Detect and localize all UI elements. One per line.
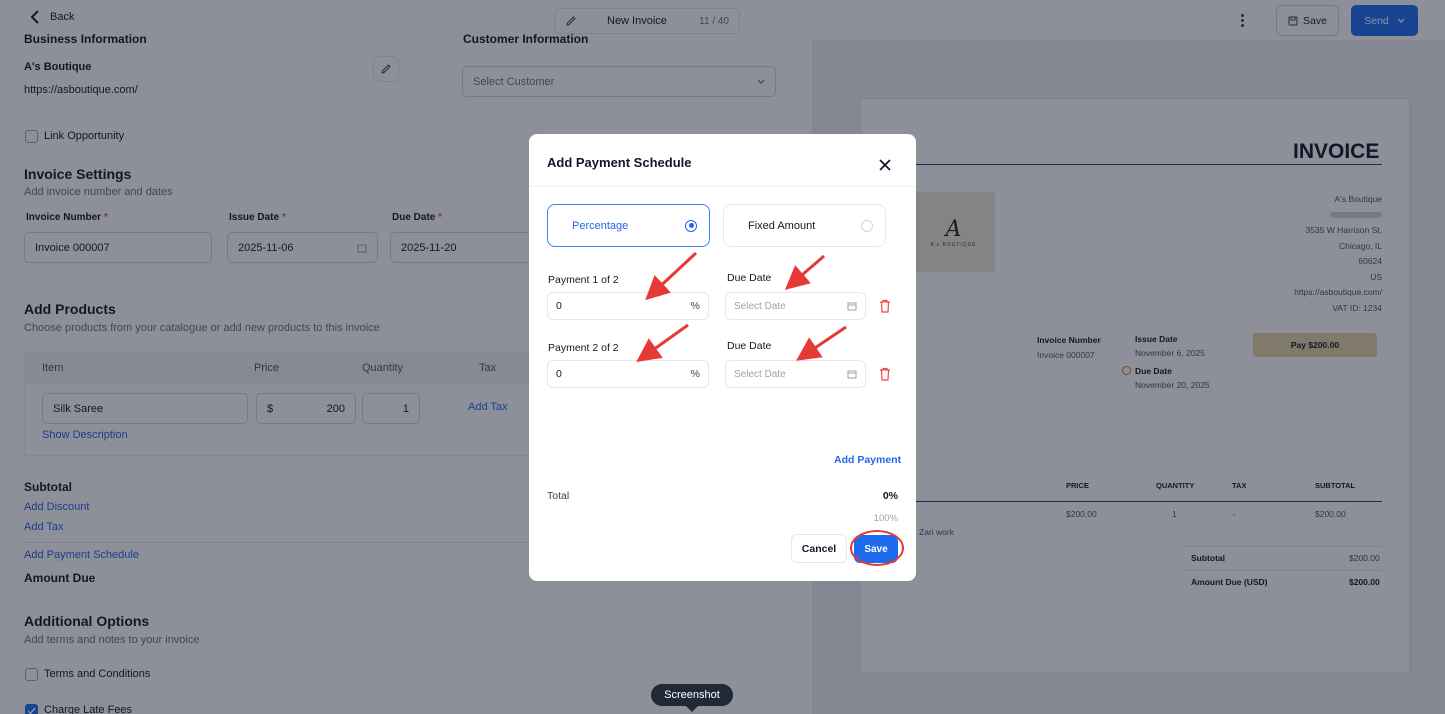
total-label: Total — [547, 490, 570, 502]
payment-2-percent-input[interactable]: 0 % — [547, 360, 709, 388]
payment-2-due-label: Due Date — [727, 340, 772, 352]
trash-icon[interactable] — [879, 367, 891, 381]
calendar-icon — [847, 370, 857, 379]
modal-title: Add Payment Schedule — [547, 155, 692, 170]
cancel-button[interactable]: Cancel — [791, 534, 847, 563]
payment-1-percent-input[interactable]: 0 % — [547, 292, 709, 320]
payment-schedule-modal: Add Payment Schedule Percentage Fixed Am… — [529, 134, 916, 581]
payment-2-label: Payment 2 of 2 — [548, 342, 619, 354]
radio-unselected-icon — [861, 219, 873, 232]
payment-1-date-input[interactable]: Select Date — [725, 292, 866, 320]
screenshot-tooltip: Screenshot — [651, 684, 733, 706]
payment-2-date-input[interactable]: Select Date — [725, 360, 866, 388]
trash-icon[interactable] — [879, 299, 891, 313]
fixed-amount-option[interactable]: Fixed Amount — [723, 204, 886, 247]
fixed-amount-label: Fixed Amount — [748, 219, 816, 232]
annotation-circle — [850, 530, 904, 566]
tooltip-tail — [686, 706, 698, 712]
payment-1-due-label: Due Date — [727, 272, 772, 284]
radio-selected-icon — [685, 219, 697, 232]
calendar-icon — [847, 302, 857, 311]
percentage-label: Percentage — [572, 219, 629, 232]
close-icon[interactable] — [879, 159, 891, 171]
payment-1-label: Payment 1 of 2 — [548, 274, 619, 286]
divider — [529, 186, 916, 187]
total-target: 100% — [873, 513, 898, 524]
add-payment-link[interactable]: Add Payment — [834, 454, 901, 466]
total-value: 0% — [882, 490, 898, 502]
percentage-option[interactable]: Percentage — [547, 204, 710, 247]
